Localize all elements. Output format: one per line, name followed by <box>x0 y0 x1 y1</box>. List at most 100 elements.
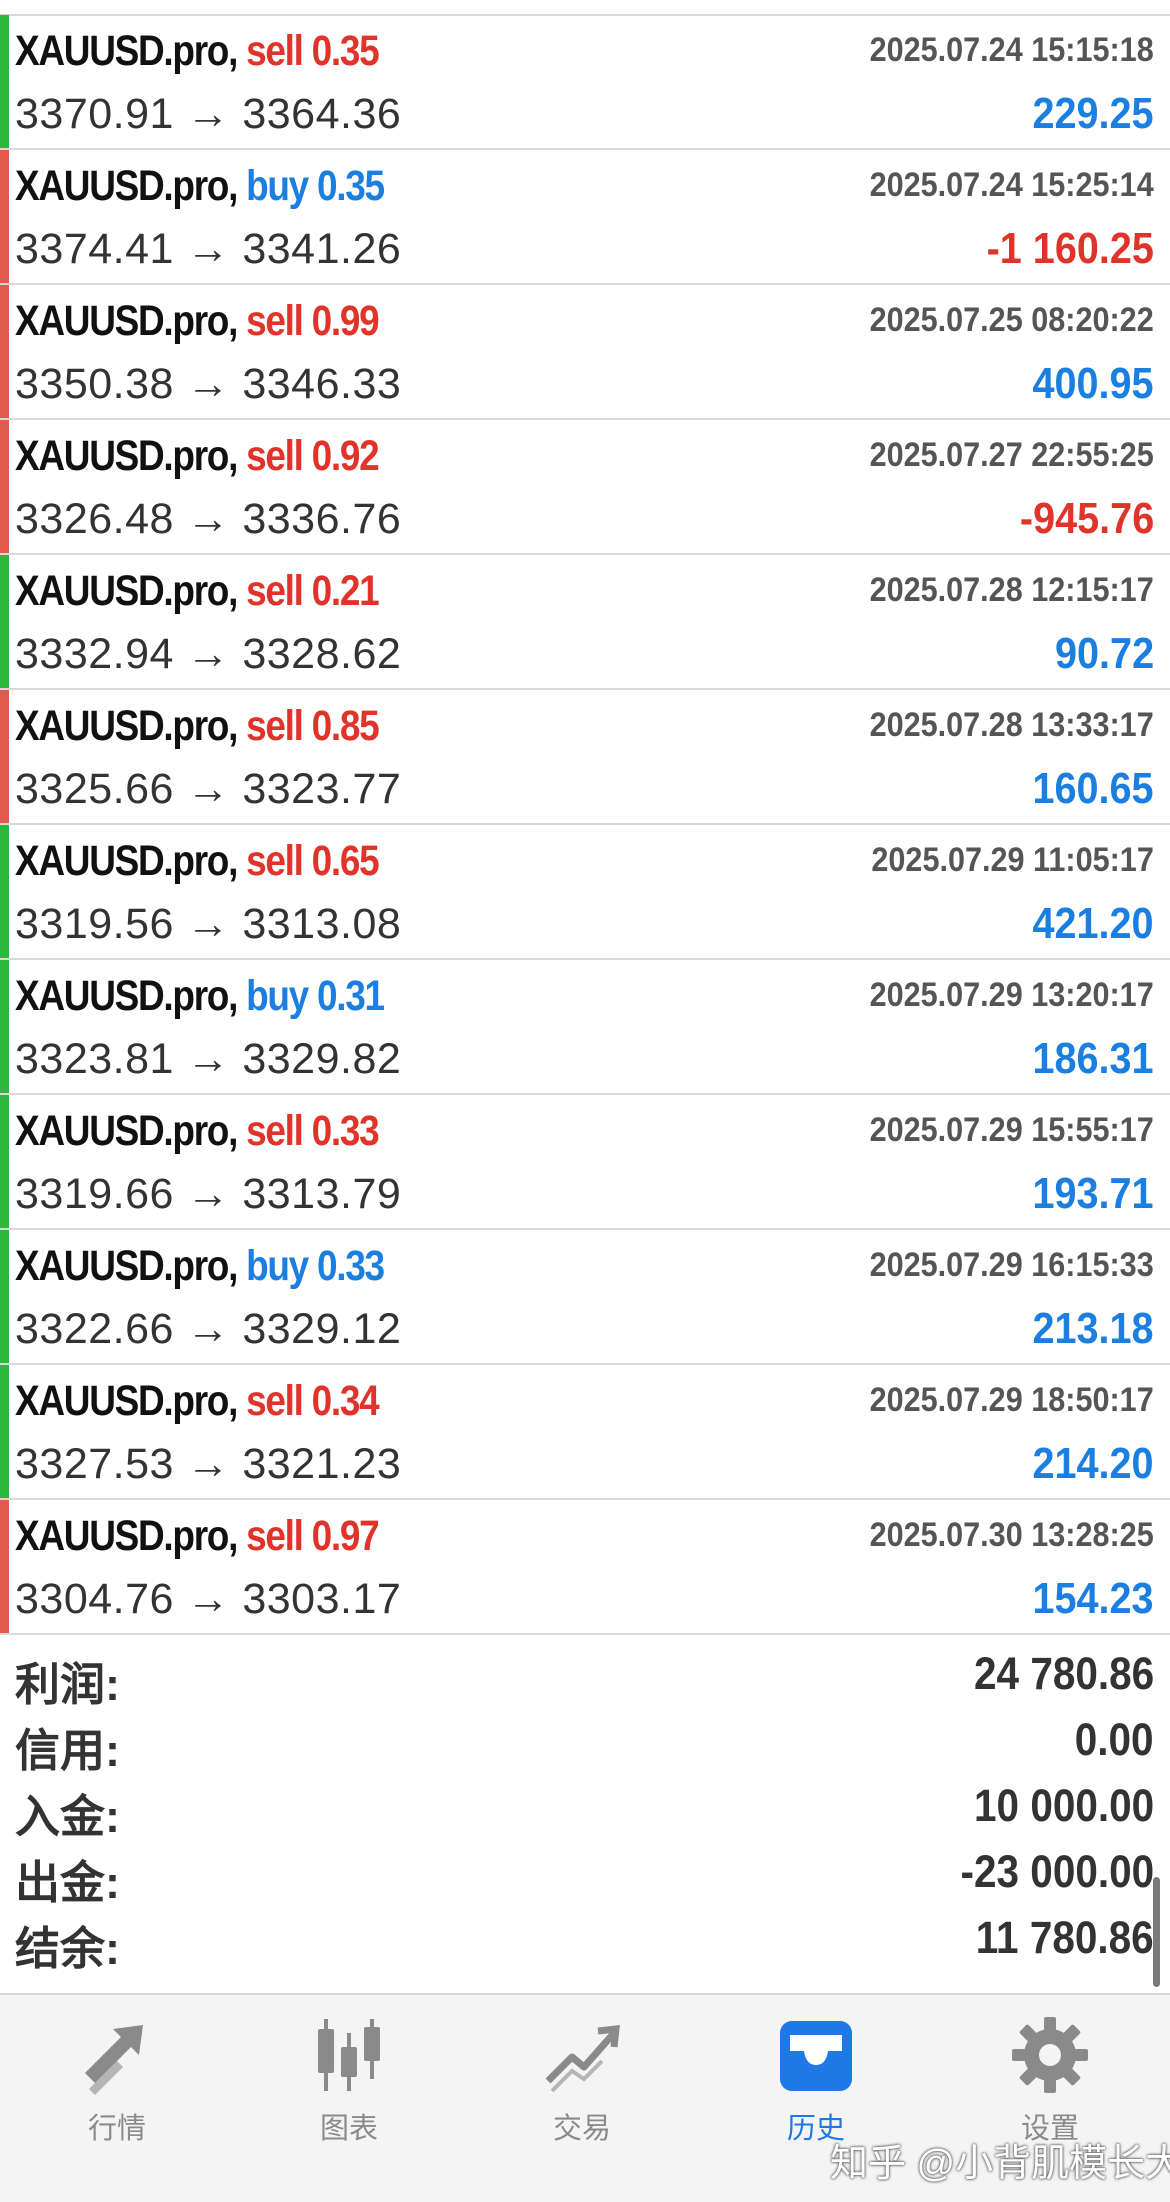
trade-line-icon <box>545 2025 620 2093</box>
deal-open-price: 3304.76 <box>15 1575 174 1623</box>
tab-label: 行情 <box>87 2113 146 2145</box>
deal-profit: 90.72 <box>1054 629 1154 678</box>
deal-open-price: 3332.94 <box>15 630 174 678</box>
deal-open-price: 3325.66 <box>15 765 174 813</box>
deal-profit: 421.20 <box>1032 899 1154 948</box>
deal-row[interactable]: XAUUSD.pro, sell 0.99 3350.38 → 3346.33 20… <box>0 285 1170 420</box>
deal-close-price: 3323.77 <box>242 765 402 813</box>
deal-row[interactable]: XAUUSD.pro, sell 0.34 3327.53 → 3321.23 20… <box>0 1365 1170 1500</box>
deal-side: sell <box>246 1377 304 1425</box>
deal-volume: 0.21 <box>311 567 380 615</box>
deal-side: sell <box>246 837 304 885</box>
deal-row[interactable]: XAUUSD.pro, sell 0.85 3325.66 → 3323.77 20… <box>0 690 1170 825</box>
deal-result-bar <box>0 555 9 688</box>
deal-close-price: 3328.62 <box>242 630 402 678</box>
deal-close-price: 3341.26 <box>242 225 402 273</box>
deal-open-price: 3319.56 <box>15 900 174 948</box>
deal-row[interactable]: XAUUSD.pro, sell 0.97 3304.76 → 3303.17 20… <box>0 1500 1170 1635</box>
deal-history-list[interactable]: XAUUSD.pro, sell 0.35 3370.91 → 3364.36 20… <box>0 15 1170 1635</box>
deal-profit: -945.76 <box>1019 494 1154 543</box>
tab-label: 图表 <box>319 2113 378 2145</box>
tab-settings[interactable]: 设置 <box>970 2015 1130 2145</box>
deal-close-price: 3364.36 <box>242 90 402 138</box>
summary-row-deposit: 入金: 10 000.00 <box>0 1772 1170 1842</box>
deal-open-price: 3374.41 <box>15 225 174 273</box>
deal-prices: 3325.66 → 3323.77 <box>15 765 401 814</box>
summary-row-credit: 信用: 0.00 <box>0 1706 1170 1776</box>
deal-symbol-line: XAUUSD.pro, sell 0.65 <box>15 837 380 886</box>
deal-row[interactable]: XAUUSD.pro, sell 0.92 3326.48 → 3336.76 20… <box>0 420 1170 555</box>
summary-label: 利润: <box>15 1659 120 1710</box>
deal-row[interactable]: XAUUSD.pro, sell 0.21 3332.94 → 3328.62 20… <box>0 555 1170 690</box>
summary-value: -23 000.00 <box>960 1846 1154 1897</box>
deal-volume: 0.31 <box>316 972 385 1020</box>
deal-side: sell <box>246 432 304 480</box>
deal-volume: 0.35 <box>311 27 380 75</box>
scrollbar[interactable] <box>1153 1877 1160 1987</box>
deal-row[interactable]: XAUUSD.pro, sell 0.33 3319.66 → 3313.79 20… <box>0 1095 1170 1230</box>
summary-row-balance: 结余: 11 780.86 <box>0 1904 1170 1974</box>
deal-prices: 3370.91 → 3364.36 <box>15 90 401 139</box>
deal-open-price: 3322.66 <box>15 1305 174 1353</box>
deal-volume: 0.65 <box>311 837 380 885</box>
deal-prices: 3304.76 → 3303.17 <box>15 1575 401 1624</box>
deal-row[interactable]: XAUUSD.pro, sell 0.35 3370.91 → 3364.36 20… <box>0 15 1170 150</box>
arrow-right-icon: → <box>186 1575 230 1623</box>
deal-time: 2025.07.29 15:55:17 <box>869 1111 1154 1149</box>
deal-profit: 160.65 <box>1032 764 1154 813</box>
deal-prices: 3319.56 → 3313.08 <box>15 900 401 949</box>
summary-row-profit: 利润: 24 780.86 <box>0 1640 1170 1710</box>
deal-result-bar <box>0 960 9 1093</box>
deal-side: buy <box>246 162 309 210</box>
deal-close-price: 3329.82 <box>242 1035 402 1083</box>
deal-prices: 3326.48 → 3336.76 <box>15 495 401 544</box>
deal-result-bar <box>0 1365 9 1498</box>
deal-symbol-line: XAUUSD.pro, sell 0.34 <box>15 1377 380 1426</box>
deal-profit: 400.95 <box>1032 359 1154 408</box>
deal-time: 2025.07.28 13:33:17 <box>869 706 1154 744</box>
deal-row[interactable]: XAUUSD.pro, sell 0.65 3319.56 → 3313.08 20… <box>0 825 1170 960</box>
deal-symbol: XAUUSD.pro, <box>15 297 238 345</box>
tab-chart[interactable]: 图表 <box>269 2015 429 2145</box>
deal-open-price: 3327.53 <box>15 1440 174 1488</box>
summary-label: 信用: <box>15 1725 120 1776</box>
summary-label: 结余: <box>15 1923 120 1974</box>
deal-open-price: 3319.66 <box>15 1170 174 1218</box>
deal-prices: 3332.94 → 3328.62 <box>15 630 401 679</box>
tab-history[interactable]: 历史 <box>736 2015 896 2145</box>
deal-symbol: XAUUSD.pro, <box>15 162 238 210</box>
deal-row[interactable]: XAUUSD.pro, buy 0.35 3374.41 → 3341.26 202… <box>0 150 1170 285</box>
deal-row[interactable]: XAUUSD.pro, buy 0.33 3322.66 → 3329.12 202… <box>0 1230 1170 1365</box>
deal-time: 2025.07.28 12:15:17 <box>869 571 1154 609</box>
summary-row-withdrawal: 出金: -23 000.00 <box>0 1838 1170 1908</box>
tab-trade[interactable]: 交易 <box>502 2015 662 2145</box>
deal-open-price: 3350.38 <box>15 360 174 408</box>
deal-profit: -1 160.25 <box>986 224 1154 273</box>
deal-volume: 0.33 <box>311 1107 380 1155</box>
deal-profit: 154.23 <box>1032 1574 1154 1623</box>
deal-close-price: 3346.33 <box>242 360 402 408</box>
deal-row[interactable]: XAUUSD.pro, buy 0.31 3323.81 → 3329.82 202… <box>0 960 1170 1095</box>
account-summary: 利润: 24 780.86 信用: 0.00 入金: 10 000.00 出金:… <box>0 1640 1170 1974</box>
deal-close-price: 3313.79 <box>242 1170 402 1218</box>
deal-symbol: XAUUSD.pro, <box>15 1242 238 1290</box>
deal-symbol-line: XAUUSD.pro, sell 0.33 <box>15 1107 380 1156</box>
deal-close-price: 3303.17 <box>242 1575 402 1623</box>
deal-volume: 0.34 <box>311 1377 380 1425</box>
deal-time: 2025.07.25 08:20:22 <box>869 301 1154 339</box>
deal-result-bar <box>0 690 9 823</box>
deal-prices: 3350.38 → 3346.33 <box>15 360 401 409</box>
deal-symbol-line: XAUUSD.pro, sell 0.99 <box>15 297 380 346</box>
list-top-edge <box>0 0 1170 16</box>
deal-symbol: XAUUSD.pro, <box>15 1107 238 1155</box>
deal-side: sell <box>246 27 304 75</box>
tab-quotes[interactable]: 行情 <box>37 2015 197 2145</box>
deal-volume: 0.92 <box>311 432 380 480</box>
deal-profit: 229.25 <box>1032 89 1154 138</box>
deal-symbol-line: XAUUSD.pro, sell 0.97 <box>15 1512 380 1561</box>
deal-result-bar <box>0 825 9 958</box>
summary-value: 24 780.86 <box>973 1648 1154 1699</box>
deal-close-price: 3321.23 <box>242 1440 402 1488</box>
arrow-right-icon: → <box>186 90 230 138</box>
summary-label: 入金: <box>15 1791 120 1842</box>
